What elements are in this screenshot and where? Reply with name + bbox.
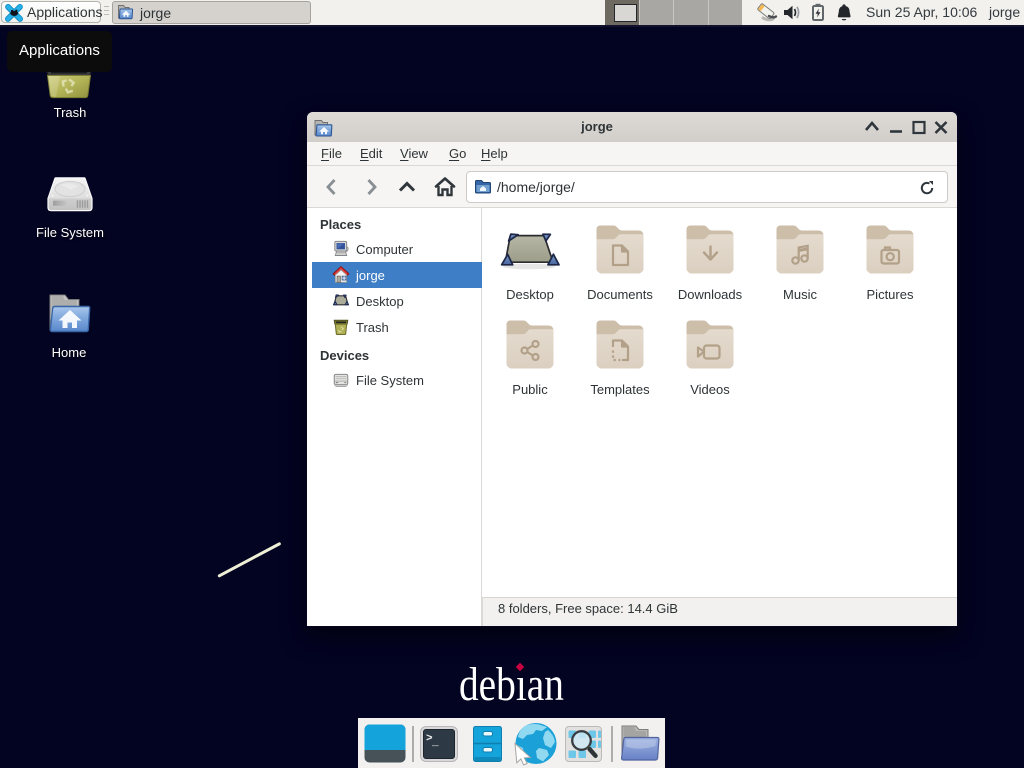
svg-text:_: _ <box>431 737 439 749</box>
